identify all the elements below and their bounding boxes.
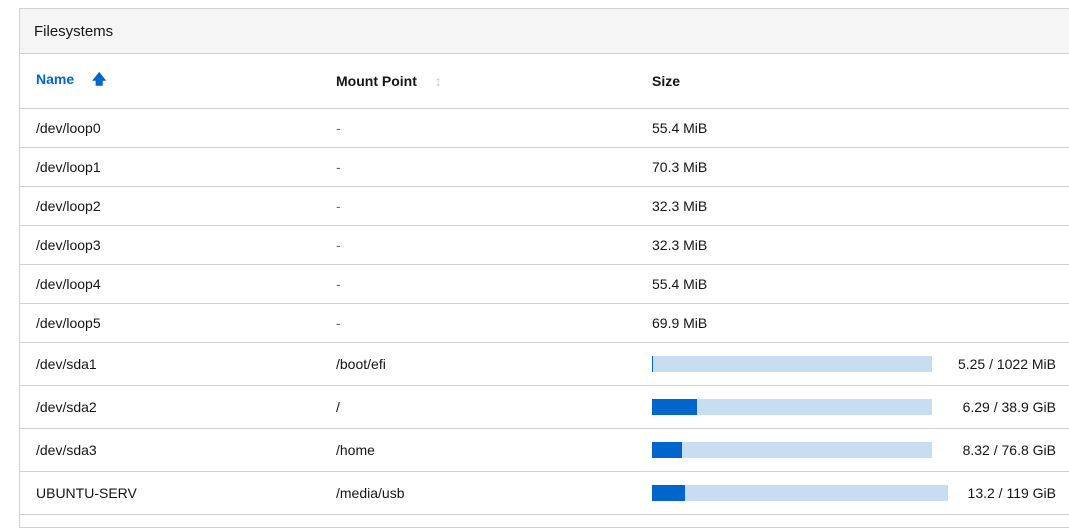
size-value: 32.3 MiB <box>652 186 1069 226</box>
size-value: 69.9 MiB <box>652 303 1069 343</box>
filesystem-name: /dev/sda2 <box>20 385 336 429</box>
column-header-mount-label: Mount Point <box>336 73 417 89</box>
usage-text: 8.32 / 76.8 GiB <box>962 442 1056 458</box>
filesystem-name: /dev/loop5 <box>20 303 336 343</box>
table-header-row: Name 🡅 Mount Point ↕ Size <box>20 54 1069 109</box>
usage-bar-container: 8.32 / 76.8 GiB <box>652 442 1069 458</box>
table-row[interactable]: /dev/loop4-55.4 MiB <box>20 264 1069 304</box>
usage-bar-track <box>652 356 932 372</box>
table-row[interactable]: /dev/sda2/ 6.29 / 38.9 GiB <box>20 385 1069 429</box>
arrow-up-icon: 🡅 <box>92 71 107 87</box>
size-value: 32.3 MiB <box>652 225 1069 265</box>
usage-bar-fill <box>652 442 683 458</box>
column-header-mount-point[interactable]: Mount Point ↕ <box>336 54 652 109</box>
usage-bar-track <box>652 485 948 501</box>
filesystems-table: Name 🡅 Mount Point ↕ Size /dev/loop0-55.… <box>20 54 1069 515</box>
filesystem-name: /dev/loop1 <box>20 147 336 187</box>
usage-text: 13.2 / 119 GiB <box>967 485 1056 501</box>
column-header-size: Size <box>652 54 1069 109</box>
usage-bar-container: 13.2 / 119 GiB <box>652 485 1069 501</box>
usage-text: 6.29 / 38.9 GiB <box>962 399 1056 415</box>
mount-point: - <box>336 147 652 187</box>
filesystem-name: /dev/sda1 <box>20 342 336 386</box>
table-row[interactable]: /dev/loop1-70.3 MiB <box>20 147 1069 187</box>
usage-bar-fill <box>652 356 654 372</box>
mount-point: / <box>336 385 652 429</box>
card-title: Filesystems <box>20 9 1069 54</box>
table-row[interactable]: /dev/loop2-32.3 MiB <box>20 186 1069 226</box>
sort-icon: ↕ <box>434 73 442 89</box>
mount-point: - <box>336 186 652 226</box>
usage-cell: 8.32 / 76.8 GiB <box>652 428 1069 472</box>
table-row[interactable]: /dev/loop3-32.3 MiB <box>20 225 1069 265</box>
filesystem-name: /dev/loop2 <box>20 186 336 226</box>
usage-cell: 5.25 / 1022 MiB <box>652 342 1069 386</box>
filesystem-name: /dev/loop3 <box>20 225 336 265</box>
column-header-size-label: Size <box>652 73 681 89</box>
mount-point: - <box>336 225 652 265</box>
column-header-name[interactable]: Name 🡅 <box>20 54 336 109</box>
usage-cell: 13.2 / 119 GiB <box>652 471 1069 515</box>
usage-cell: 6.29 / 38.9 GiB <box>652 385 1069 429</box>
usage-bar-fill <box>652 399 698 415</box>
mount-point: - <box>336 303 652 343</box>
usage-text: 5.25 / 1022 MiB <box>957 356 1056 372</box>
size-value: 55.4 MiB <box>652 264 1069 304</box>
filesystem-name: UBUNTU-SERV <box>20 471 336 515</box>
table-row[interactable]: /dev/sda3/home 8.32 / 76.8 GiB <box>20 428 1069 472</box>
usage-bar-track <box>652 399 932 415</box>
table-body: /dev/loop0-55.4 MiB/dev/loop1-70.3 MiB/d… <box>20 108 1069 515</box>
mount-point: /media/usb <box>336 471 652 515</box>
mount-point: - <box>336 264 652 304</box>
mount-point: - <box>336 108 652 148</box>
usage-bar-container: 5.25 / 1022 MiB <box>652 356 1069 372</box>
usage-bar-track <box>652 442 932 458</box>
size-value: 70.3 MiB <box>652 147 1069 187</box>
mount-point: /boot/efi <box>336 342 652 386</box>
mount-point: /home <box>336 428 652 472</box>
usage-bar-container: 6.29 / 38.9 GiB <box>652 399 1069 415</box>
table-row[interactable]: /dev/loop5-69.9 MiB <box>20 303 1069 343</box>
table-row[interactable]: /dev/loop0-55.4 MiB <box>20 108 1069 148</box>
size-value: 55.4 MiB <box>652 108 1069 148</box>
usage-bar-fill <box>652 485 685 501</box>
filesystem-name: /dev/sda3 <box>20 428 336 472</box>
table-row[interactable]: UBUNTU-SERV/media/usb 13.2 / 119 GiB <box>20 471 1069 515</box>
table-row[interactable]: /dev/sda1/boot/efi 5.25 / 1022 MiB <box>20 342 1069 386</box>
filesystem-name: /dev/loop0 <box>20 108 336 148</box>
filesystem-name: /dev/loop4 <box>20 264 336 304</box>
filesystems-card: Filesystems Name 🡅 Mount Point ↕ Size /d… <box>19 8 1069 528</box>
column-header-name-label: Name <box>36 71 75 87</box>
